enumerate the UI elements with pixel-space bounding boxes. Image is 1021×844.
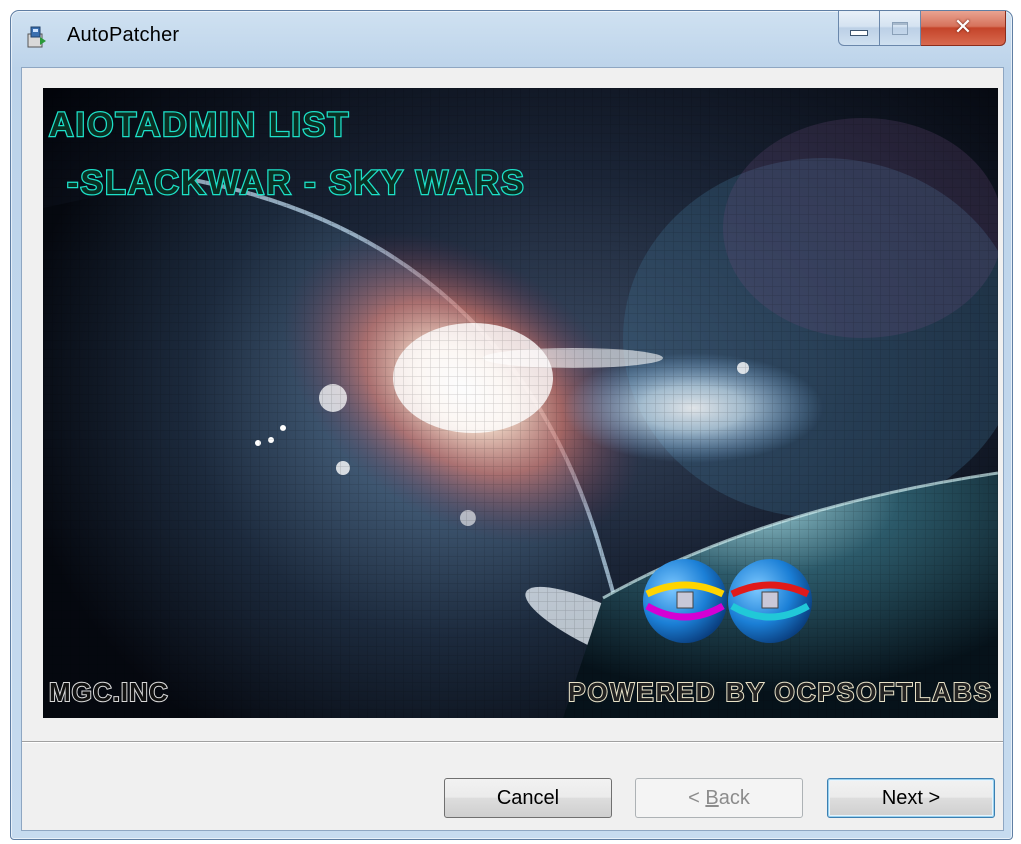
footer-separator <box>22 741 1003 743</box>
dialog-client-area: AIOTADMIN LIST -SLACKWAR - SKY WARS MGC.… <box>21 67 1004 831</box>
back-button[interactable]: < Back <box>635 778 803 818</box>
maximize-button[interactable] <box>880 11 921 46</box>
title-bar[interactable]: AutoPatcher ✕ <box>11 11 1012 63</box>
banner-powered-by: POWERED BY OCPSOFTLABS <box>568 677 993 707</box>
minimize-icon <box>850 30 868 36</box>
installer-window: AutoPatcher ✕ AIOTADMIN LIST -SLACKWAR -… <box>10 10 1013 840</box>
minimize-button[interactable] <box>838 11 880 46</box>
installer-icon <box>27 26 46 48</box>
close-button[interactable]: ✕ <box>921 11 1006 46</box>
banner-title-line2: -SLACKWAR - SKY WARS <box>67 164 526 202</box>
back-button-rest: ack <box>718 786 750 809</box>
banner-image: AIOTADMIN LIST -SLACKWAR - SKY WARS MGC.… <box>43 88 998 718</box>
space-scene-image: AIOTADMIN LIST -SLACKWAR - SKY WARS MGC.… <box>43 88 998 718</box>
caption-buttons: ✕ <box>838 11 1006 47</box>
next-button[interactable]: Next > <box>827 778 995 818</box>
maximize-icon <box>892 21 908 35</box>
banner-company-label: MGC.INC <box>49 677 169 707</box>
back-button-mnemonic: B <box>705 786 719 809</box>
banner-title-line1: AIOTADMIN LIST <box>49 106 350 144</box>
window-title: AutoPatcher <box>67 24 180 46</box>
back-button-prefix: < <box>688 786 700 809</box>
close-icon: ✕ <box>953 15 973 40</box>
cancel-button[interactable]: Cancel <box>444 778 612 818</box>
